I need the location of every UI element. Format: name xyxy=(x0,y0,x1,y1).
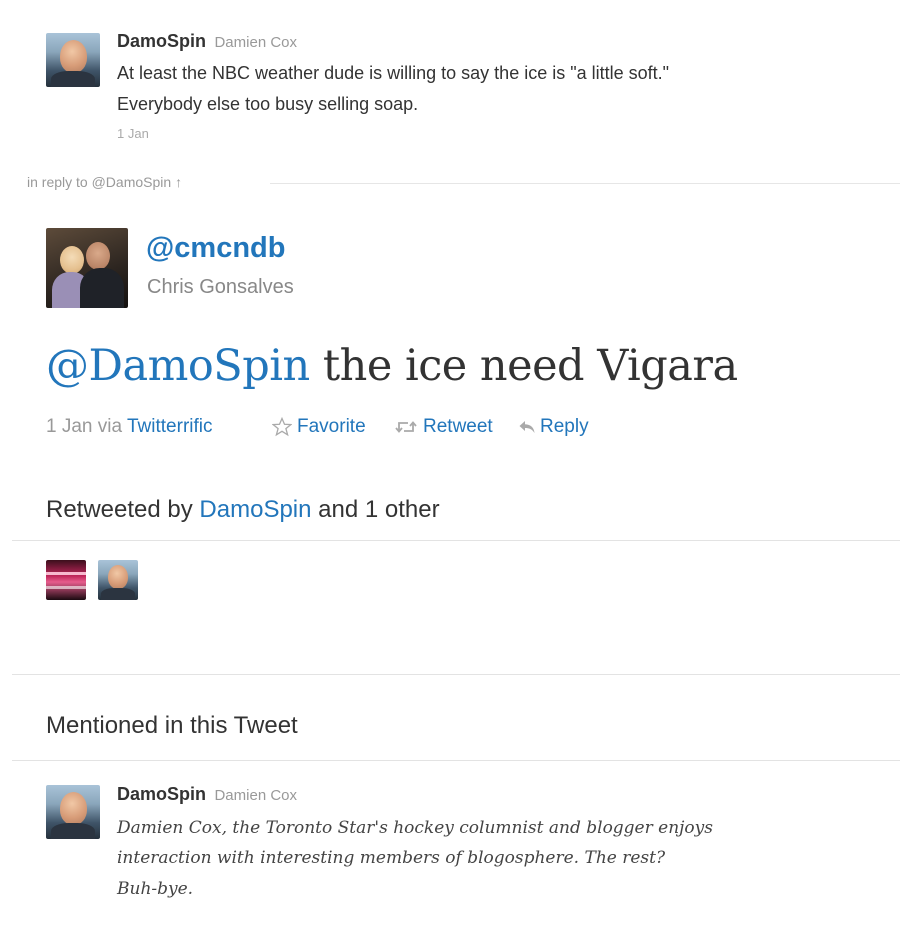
mentioned-bio-line1: Damien Cox, the Toronto Star's hockey co… xyxy=(117,818,713,838)
in-reply-to-divider xyxy=(270,183,900,184)
mentioned-heading: Mentioned in this Tweet xyxy=(46,712,298,739)
retweet-action[interactable]: Retweet xyxy=(395,416,493,438)
in-reply-to-label: in reply to @DamoSpin xyxy=(27,174,172,190)
parent-fullname: Damien Cox xyxy=(214,34,297,51)
retweeted-divider xyxy=(12,540,900,541)
main-tweet-text-rest: the ice need Vigara xyxy=(309,341,738,391)
main-tweet-timestamp[interactable]: 1 Jan xyxy=(46,416,92,437)
retweet-label: Retweet xyxy=(423,416,493,437)
main-tweet-client[interactable]: Twitterrific xyxy=(127,416,213,437)
main-tweet-meta: 1 Jan via Twitterrific xyxy=(46,416,213,438)
cmcndb-avatar[interactable] xyxy=(46,228,128,308)
mentioned-top-divider xyxy=(12,674,900,675)
retweeted-by-suffix: and 1 other xyxy=(311,496,440,523)
star-icon xyxy=(272,417,292,437)
retweeter-avatar-2[interactable] xyxy=(98,560,138,600)
mentioned-bio-line2: interaction with interesting members of … xyxy=(117,848,666,868)
mentioned-divider xyxy=(12,760,900,761)
damospin-avatar[interactable] xyxy=(46,33,100,87)
parent-tweet-timestamp[interactable]: 1 Jan xyxy=(117,126,149,141)
parent-tweet-header: DamoSpin Damien Cox xyxy=(117,31,297,52)
parent-tweet-text-line2: Everybody else too busy selling soap. xyxy=(117,94,419,114)
reply-icon xyxy=(518,419,536,435)
main-tweet-mention[interactable]: @DamoSpin xyxy=(46,341,310,391)
main-tweet-fullname: Chris Gonsalves xyxy=(147,276,294,298)
retweeted-by: Retweeted by DamoSpin and 1 other xyxy=(46,496,440,524)
retweeted-by-prefix: Retweeted by xyxy=(46,496,200,523)
reply-label: Reply xyxy=(540,416,589,437)
reply-action[interactable]: Reply xyxy=(518,416,589,438)
favorite-label: Favorite xyxy=(297,416,366,437)
favorite-action[interactable]: Favorite xyxy=(272,416,366,438)
mentioned-user-header: DamoSpin Damien Cox xyxy=(117,784,297,805)
mentioned-bio-line3: Buh-bye. xyxy=(117,879,194,899)
retweet-icon xyxy=(395,419,417,435)
parent-tweet-text-line1: At least the NBC weather dude is willing… xyxy=(117,63,670,83)
parent-username[interactable]: DamoSpin xyxy=(117,31,206,51)
mentioned-fullname: Damien Cox xyxy=(214,787,297,804)
main-tweet-text: @DamoSpin the ice need Vigara xyxy=(46,341,738,391)
up-arrow-icon: ↑ xyxy=(175,174,183,190)
main-tweet-handle[interactable]: @cmcndb xyxy=(146,232,285,265)
mentioned-username[interactable]: DamoSpin xyxy=(117,784,206,804)
mentioned-avatar[interactable] xyxy=(46,785,100,839)
retweeter-avatar-1[interactable] xyxy=(46,560,86,600)
retweeted-by-user[interactable]: DamoSpin xyxy=(199,496,311,523)
main-tweet-via: via xyxy=(97,416,123,437)
in-reply-to[interactable]: in reply to @DamoSpin ↑ xyxy=(27,174,182,190)
